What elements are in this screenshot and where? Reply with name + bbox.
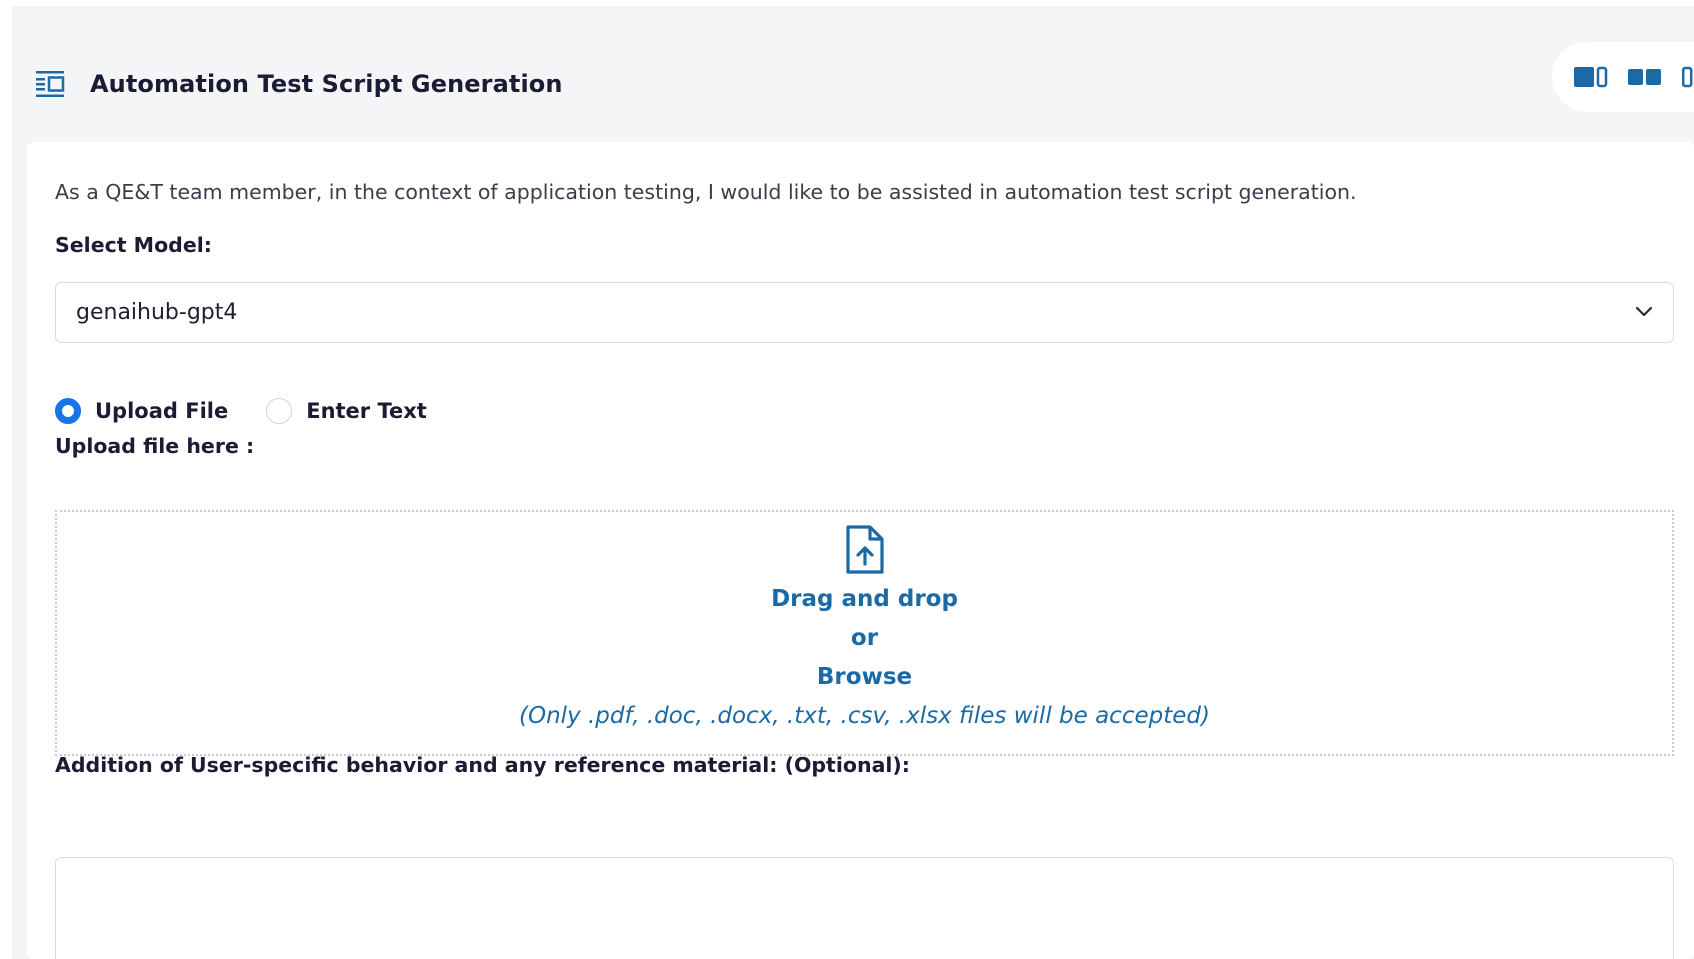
layout-left-wide-icon[interactable]	[1574, 65, 1608, 89]
file-upload-icon	[843, 524, 887, 576]
page-header: Automation Test Script Generation	[36, 58, 563, 110]
layout-toggle-group	[1552, 42, 1694, 112]
browse-link[interactable]: Browse	[817, 658, 912, 697]
chevron-down-icon	[1635, 303, 1653, 322]
layout-equal-split-icon[interactable]	[1628, 65, 1662, 89]
accepted-file-types-hint: (Only .pdf, .doc, .docx, .txt, .csv, .xl…	[519, 703, 1210, 729]
model-select-value: genaihub-gpt4	[76, 300, 238, 325]
page-background: Automation Test Script Generation As a Q…	[12, 6, 1694, 959]
list-panel-icon[interactable]	[36, 69, 66, 99]
additional-material-label: Addition of User-specific behavior and a…	[55, 753, 910, 777]
layout-right-wide-icon[interactable]	[1682, 65, 1694, 89]
radio-upload-file-label: Upload File	[95, 399, 229, 423]
input-mode-radio-group: Upload File Enter Text	[55, 398, 465, 424]
file-dropzone[interactable]: Drag and drop or Browse (Only .pdf, .doc…	[55, 510, 1674, 756]
drag-and-drop-text: Drag and drop	[771, 586, 958, 612]
select-model-label: Select Model:	[55, 233, 212, 257]
upload-label: Upload file here :	[55, 434, 255, 458]
page-description: As a QE&T team member, in the context of…	[55, 180, 1357, 204]
page-title: Automation Test Script Generation	[90, 70, 563, 98]
model-select[interactable]: genaihub-gpt4	[55, 282, 1674, 343]
radio-button-unchecked[interactable]	[266, 398, 293, 424]
radio-enter-text[interactable]: Enter Text	[266, 398, 427, 424]
radio-upload-file[interactable]: Upload File	[55, 398, 228, 424]
or-text: or	[850, 625, 879, 651]
radio-enter-text-label: Enter Text	[306, 399, 427, 423]
additional-material-textarea[interactable]	[55, 857, 1674, 959]
radio-button-checked[interactable]	[55, 398, 81, 424]
main-card: As a QE&T team member, in the context of…	[27, 142, 1694, 959]
